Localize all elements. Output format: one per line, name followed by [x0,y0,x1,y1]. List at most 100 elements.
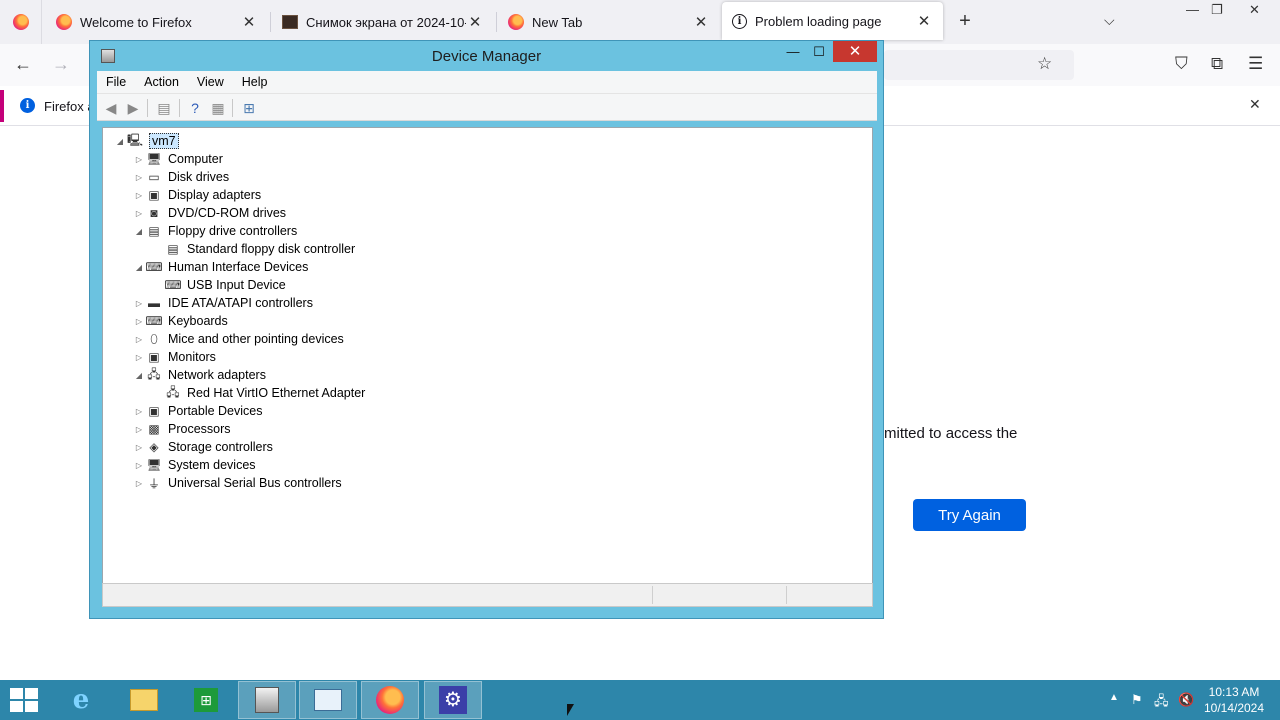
taskbar: e ⊞ ⚙ ▲ ⚑ 🖧 🔇 10:13 AM 10/14/2024 [0,680,1280,720]
properties-icon[interactable]: ▦ [209,99,227,117]
menu-help[interactable]: Help [233,75,277,89]
store-button[interactable]: ⊞ [177,681,235,719]
tree-node-system-devices[interactable]: ▷ 🖥 System devices [132,456,256,474]
internet-explorer-button[interactable]: e [52,681,110,719]
tree-node-label: Portable Devices [168,404,263,418]
menu-action[interactable]: Action [135,75,188,89]
collapse-arrow-icon[interactable]: ◢ [113,137,127,146]
close-icon[interactable]: ✕ [466,13,484,31]
tree-node-portable-devices[interactable]: ▷ ▣ Portable Devices [132,402,263,420]
tab-title: Problem loading page [755,13,882,29]
expand-arrow-icon[interactable]: ▷ [132,299,146,308]
tree-node-hid[interactable]: ◢ ⌨ Human Interface Devices [132,258,308,276]
back-arrow-icon[interactable]: ◀ [102,99,120,117]
chevron-down-icon[interactable]: ⌵ [1104,12,1115,29]
device-tree: ◢ 🖳 vm7 ▷ 🖥 Computer ▷ ▭ Disk drives ▷ ▣… [102,127,873,584]
tree-node-processors[interactable]: ▷ ▩ Processors [132,420,231,438]
bookmark-star-icon[interactable]: ☆ [1037,54,1052,74]
try-again-button[interactable]: Try Again [913,499,1026,531]
expand-arrow-icon[interactable]: ▷ [132,479,146,488]
tree-node-root[interactable]: ◢ 🖳 vm7 [113,132,179,150]
forward-button[interactable]: → [52,54,70,75]
help-icon[interactable]: ? [186,99,204,117]
tree-node-label: Universal Serial Bus controllers [168,476,342,490]
device-manager-icon [255,687,279,713]
show-hide-console-tree-icon[interactable]: ▤ [155,99,173,117]
tab-new-tab[interactable]: New Tab ✕ [498,0,720,44]
restore-window-button[interactable]: ❐ [1211,2,1223,18]
clock[interactable]: 10:13 AM 10/14/2024 [1198,684,1270,716]
tree-node-disk-drives[interactable]: ▷ ▭ Disk drives [132,168,229,186]
tree-node-monitors[interactable]: ▷ ▣ Monitors [132,348,216,366]
tree-node-virtio-ethernet[interactable]: 🖧 Red Hat VirtIO Ethernet Adapter [151,384,365,402]
back-button[interactable]: ← [14,54,32,75]
close-icon[interactable]: ✕ [1249,96,1261,113]
expand-arrow-icon[interactable]: ▷ [132,155,146,164]
tree-node-usb-controllers[interactable]: ▷ ⏚ Universal Serial Bus controllers [132,474,342,492]
close-icon[interactable]: ✕ [692,13,710,31]
remote-desktop-button[interactable] [299,681,357,719]
toolbar-separator [179,99,180,117]
expand-arrow-icon[interactable]: ▷ [132,191,146,200]
minimize-button[interactable]: — [780,44,806,64]
collapse-arrow-icon[interactable]: ◢ [132,263,146,272]
device-manager-taskbar-button[interactable] [238,681,296,719]
chevron-up-icon[interactable]: ▲ [1109,692,1119,703]
expand-arrow-icon[interactable]: ▷ [132,407,146,416]
extensions-icon[interactable]: ⧉ [1211,54,1223,74]
expand-arrow-icon[interactable]: ▷ [132,317,146,326]
action-center-flag-icon[interactable]: ⚑ [1131,692,1143,708]
menu-file[interactable]: File [97,75,135,89]
store-icon: ⊞ [194,688,218,712]
tree-node-label: Red Hat VirtIO Ethernet Adapter [187,386,366,400]
expand-arrow-icon[interactable]: ▷ [132,335,146,344]
expand-arrow-icon[interactable]: ▷ [132,461,146,470]
collapse-arrow-icon[interactable]: ◢ [132,371,146,380]
tree-node-standard-floppy[interactable]: ▤ Standard floppy disk controller [151,240,355,258]
tree-node-floppy-controllers[interactable]: ◢ ▤ Floppy drive controllers [132,222,297,240]
display-icon: ▣ [148,188,160,202]
tree-node-ide[interactable]: ▷ ▬ IDE ATA/ATAPI controllers [132,294,313,312]
collapse-arrow-icon[interactable]: ◢ [132,227,146,236]
expand-arrow-icon[interactable]: ▷ [132,209,146,218]
scan-hardware-icon[interactable]: ⊞ [240,99,258,117]
menu-bar: File Action View Help [97,71,877,93]
maximize-button[interactable]: ☐ [806,44,832,64]
minimize-window-button[interactable]: — [1186,2,1199,17]
forward-arrow-icon[interactable]: ▶ [124,99,142,117]
close-icon[interactable]: ✕ [240,13,258,31]
settings-taskbar-button[interactable]: ⚙ [424,681,482,719]
window-titlebar[interactable]: Device Manager — ☐ ✕ [90,41,883,71]
tab-welcome[interactable]: Welcome to Firefox ✕ [46,0,268,44]
menu-view[interactable]: View [188,75,233,89]
firefox-view-button[interactable] [0,0,42,44]
firefox-taskbar-button[interactable] [361,681,419,719]
new-tab-button[interactable]: + [954,11,976,33]
expand-arrow-icon[interactable]: ▷ [132,173,146,182]
tab-screenshot[interactable]: Снимок экрана от 2024-10-14 ✕ [272,0,494,44]
tree-node-computer[interactable]: ▷ 🖥 Computer [132,150,223,168]
start-button[interactable] [10,688,38,712]
close-icon[interactable]: ✕ [915,12,933,30]
volume-muted-icon[interactable]: 🔇 [1178,692,1194,708]
tab-problem-loading[interactable]: i Problem loading page ✕ [722,2,943,40]
tree-node-storage-controllers[interactable]: ▷ ◈ Storage controllers [132,438,273,456]
tree-node-usb-input[interactable]: ⌨ USB Input Device [151,276,285,294]
close-window-button[interactable]: ✕ [1249,2,1260,18]
network-icon[interactable]: 🖧 [1154,692,1169,714]
expand-arrow-icon[interactable]: ▷ [132,425,146,434]
expand-arrow-icon[interactable]: ▷ [132,443,146,452]
tree-node-keyboards[interactable]: ▷ ⌨ Keyboards [132,312,228,330]
tree-node-dvd-drives[interactable]: ▷ ◙ DVD/CD-ROM drives [132,204,286,222]
tree-node-network-adapters[interactable]: ◢ 🖧 Network adapters [132,366,266,384]
tree-node-mice[interactable]: ▷ ⬯ Mice and other pointing devices [132,330,344,348]
file-explorer-button[interactable] [115,681,173,719]
toolbar-separator [232,99,233,117]
tab-separator [270,12,271,32]
tree-node-display-adapters[interactable]: ▷ ▣ Display adapters [132,186,261,204]
system-icon: 🖥 [146,458,162,472]
expand-arrow-icon[interactable]: ▷ [132,353,146,362]
pocket-icon[interactable]: ⛉ [1175,54,1188,74]
menu-icon[interactable]: ☰ [1248,54,1263,74]
close-button[interactable]: ✕ [833,41,877,62]
